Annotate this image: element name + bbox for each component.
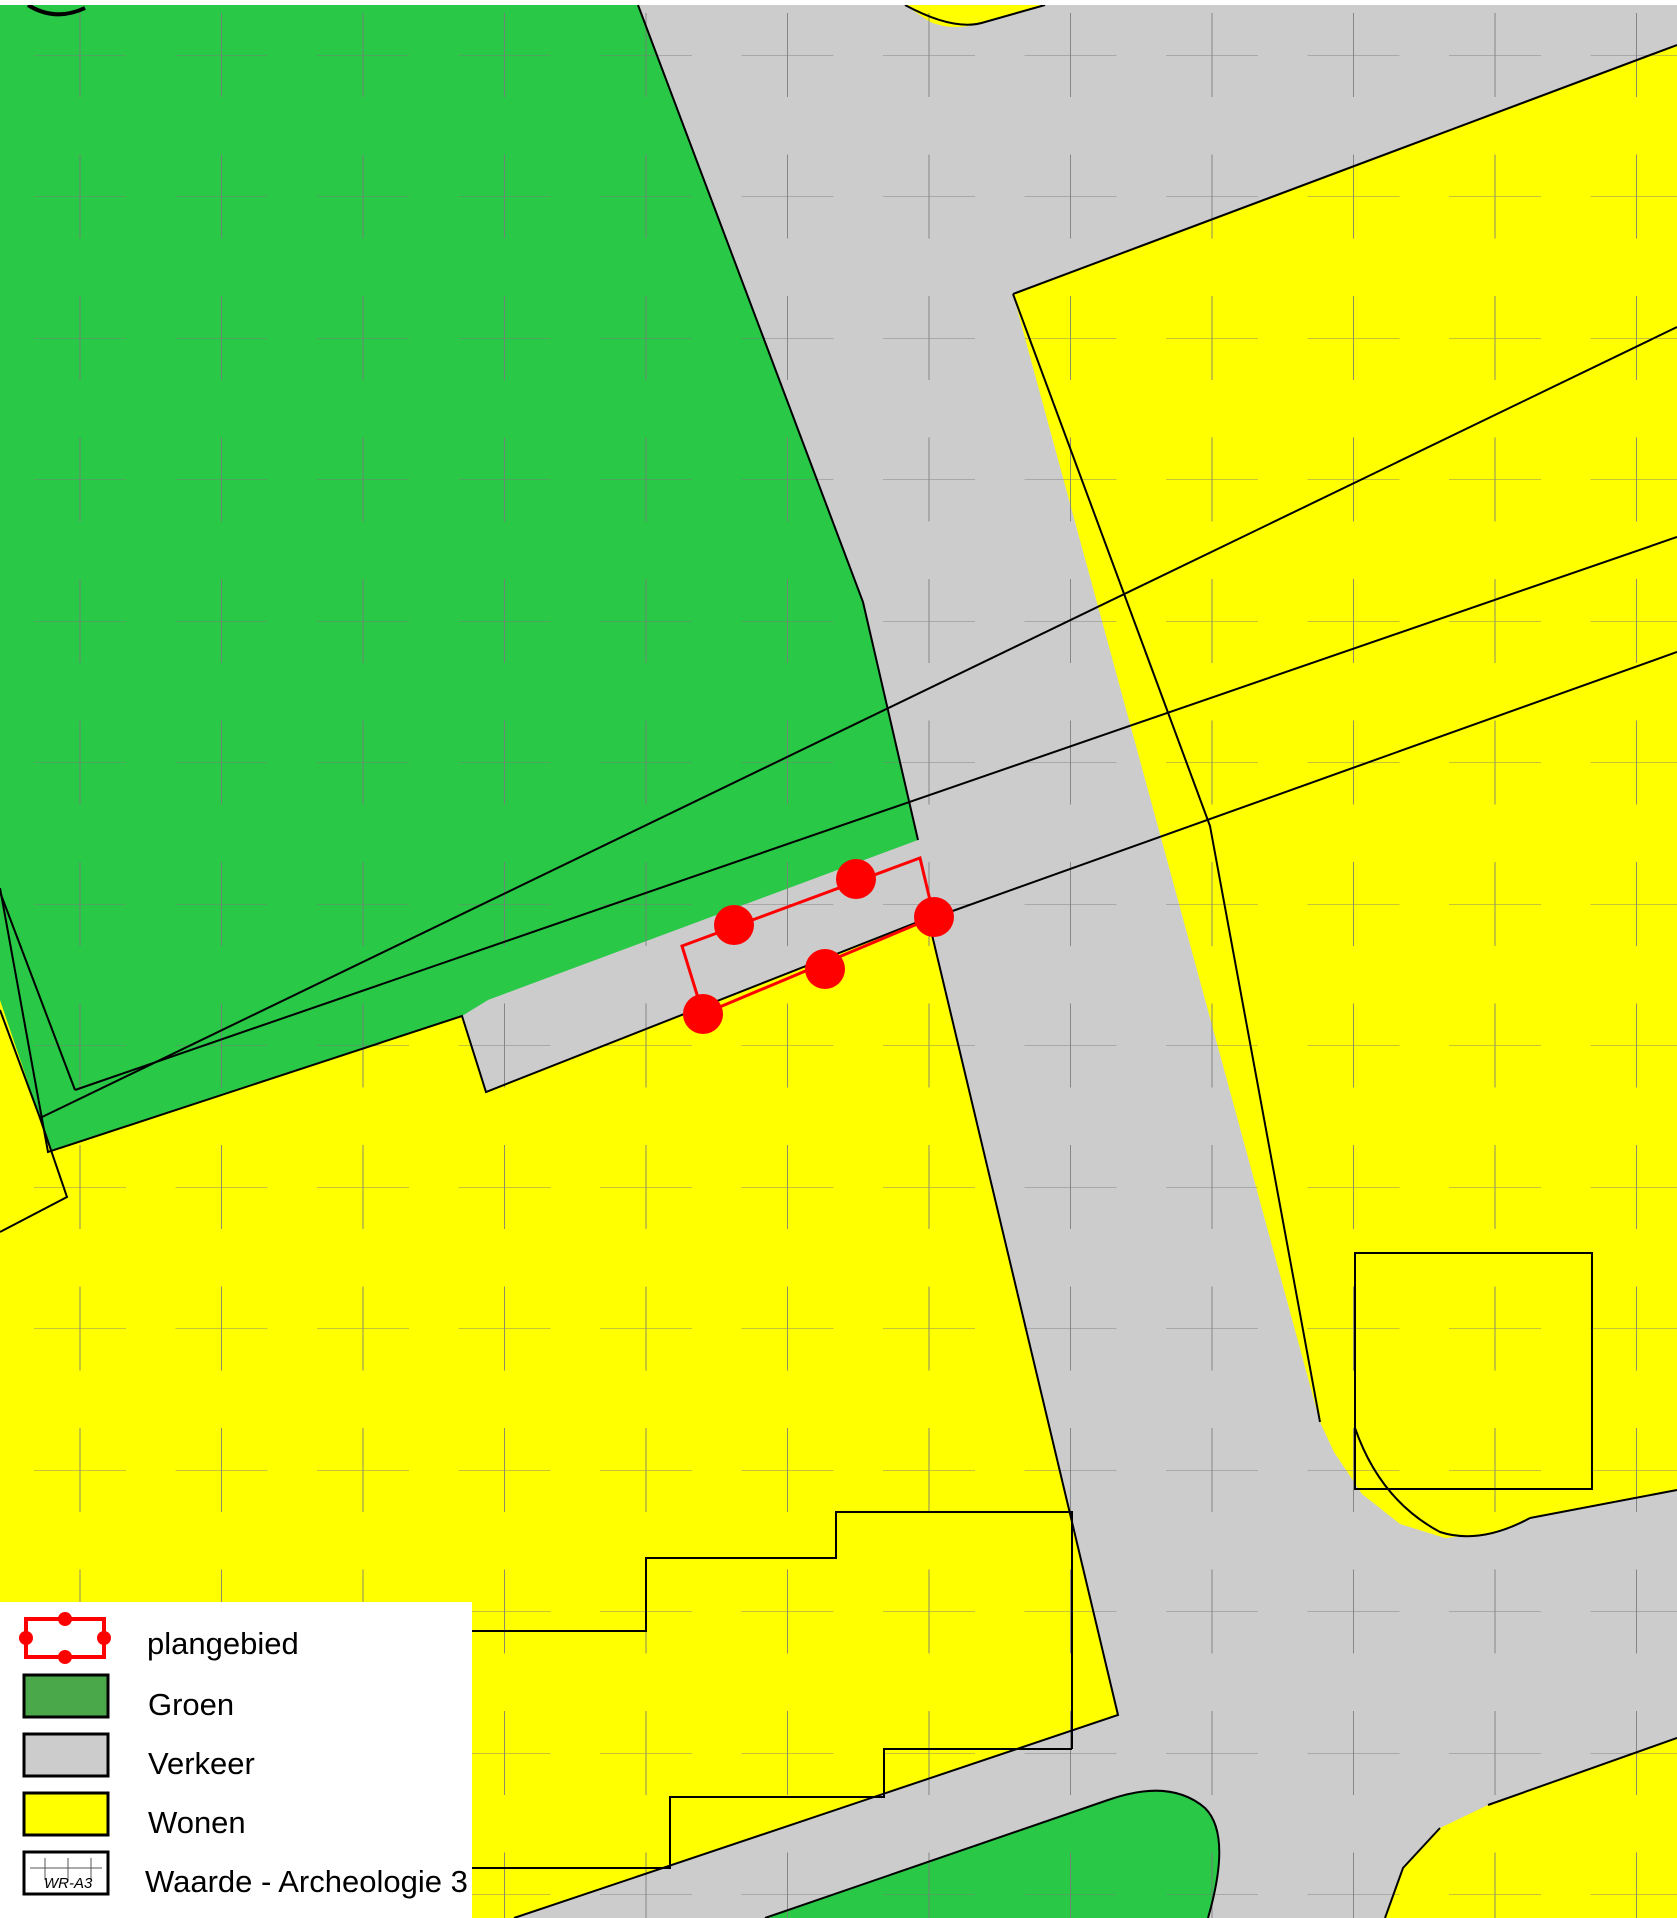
legend-label-plangebied: plangebied	[147, 1626, 299, 1661]
legend-label-verkeer: Verkeer	[148, 1746, 255, 1781]
legend-swatch-verkeer	[22, 1732, 110, 1778]
legend-label-groen: Groen	[148, 1687, 234, 1722]
legend-swatch-archeologie: WR-A3	[22, 1850, 110, 1896]
legend-swatch-groen	[22, 1673, 110, 1719]
plangebied-marker	[805, 949, 845, 989]
legend-label-archeologie: Waarde - Archeologie 3	[145, 1864, 468, 1899]
legend: plangebied Groen Verkeer Wonen WR-A3 Waa…	[0, 1602, 472, 1918]
legend-swatch-wonen	[22, 1791, 110, 1837]
top-margin	[0, 0, 1677, 5]
zoning-map: plangebied Groen Verkeer Wonen WR-A3 Waa…	[0, 0, 1677, 1918]
svg-text:WR-A3: WR-A3	[44, 1875, 93, 1892]
plangebied-marker	[683, 994, 723, 1034]
plangebied-marker	[914, 897, 954, 937]
plangebied-marker	[836, 859, 876, 899]
legend-label-wonen: Wonen	[148, 1805, 246, 1840]
plangebied-marker	[714, 905, 754, 945]
